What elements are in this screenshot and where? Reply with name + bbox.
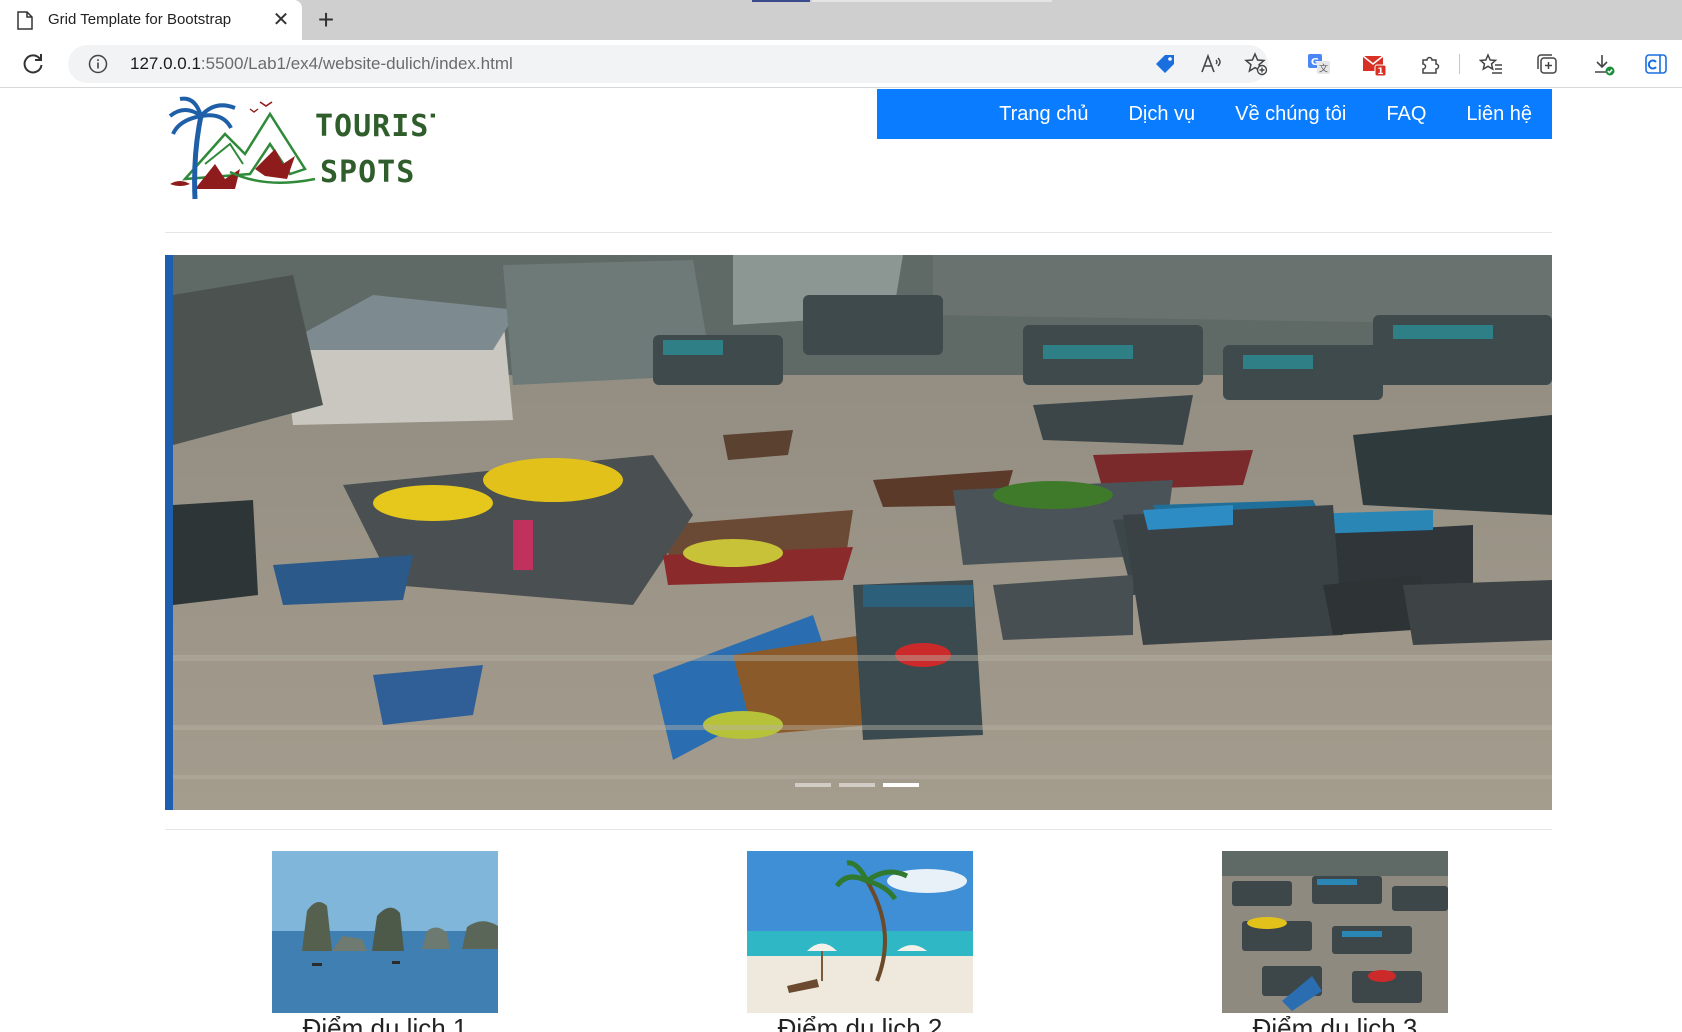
nav-item-contact[interactable]: Liên hệ xyxy=(1466,103,1532,126)
translate-icon[interactable]: G 文 xyxy=(1307,52,1331,76)
collections-icon[interactable] xyxy=(1535,52,1559,76)
downloads-icon[interactable] xyxy=(1591,52,1615,76)
logo-line1: TOURIST xyxy=(315,109,435,144)
new-tab-button[interactable]: + xyxy=(312,6,340,34)
carousel-indicator-2[interactable] xyxy=(839,783,875,787)
carousel-indicator-1[interactable] xyxy=(795,783,831,787)
destination-card-title: Điểm du lịch 3 xyxy=(1252,1013,1418,1032)
reload-icon[interactable] xyxy=(20,51,46,77)
svg-text:文: 文 xyxy=(1319,63,1328,75)
browser-toolbar: 127.0.0.1:5500/Lab1/ex4/website-dulich/i… xyxy=(0,40,1682,88)
web-page: TOURIST SPOTS Trang chủ Dịch vụ Về chúng… xyxy=(0,89,1682,1032)
ha-long-bay-image xyxy=(272,851,498,1013)
price-tag-icon[interactable] xyxy=(1153,52,1177,76)
favorites-icon[interactable] xyxy=(1479,52,1503,76)
main-navbar: Trang chủ Dịch vụ Về chúng tôi FAQ Liên … xyxy=(877,89,1552,139)
carousel-indicators xyxy=(795,783,919,787)
beach-image xyxy=(747,851,973,1013)
nav-item-faq[interactable]: FAQ xyxy=(1386,103,1426,126)
browser-tab[interactable]: Grid Template for Bootstrap ✕ xyxy=(0,0,302,40)
site-info-icon[interactable] xyxy=(88,54,108,74)
logo-line2: SPOTS xyxy=(320,155,415,190)
url-host: 127.0.0.1 xyxy=(130,54,201,73)
floating-market-thumbnail xyxy=(1222,851,1448,1013)
tourist-spots-logo[interactable]: TOURIST SPOTS xyxy=(165,94,435,209)
read-aloud-icon[interactable] xyxy=(1199,52,1223,76)
edge-sidebar-icon[interactable] xyxy=(1644,52,1668,76)
close-tab-icon[interactable]: ✕ xyxy=(271,10,291,30)
divider-top xyxy=(165,232,1552,233)
extensions-icon[interactable] xyxy=(1418,52,1442,76)
tab-strip-divider xyxy=(812,0,1052,2)
hero-carousel[interactable] xyxy=(165,255,1552,810)
carousel-left-edge xyxy=(165,255,173,810)
browser-tab-bar: Grid Template for Bootstrap ✕ + xyxy=(0,0,1682,40)
add-favorite-icon[interactable] xyxy=(1244,52,1268,76)
address-bar[interactable]: 127.0.0.1:5500/Lab1/ex4/website-dulich/i… xyxy=(68,45,1268,83)
mail-badge-count: 1 xyxy=(1377,67,1383,76)
document-icon xyxy=(17,11,33,30)
destination-card-3[interactable]: Điểm du lịch 3 xyxy=(1222,851,1448,1032)
toolbar-separator xyxy=(1459,54,1460,74)
destination-card-title: Điểm du lịch 1 xyxy=(302,1013,468,1032)
divider-bottom xyxy=(165,829,1552,830)
mail-icon[interactable]: 1 xyxy=(1362,52,1386,76)
nav-item-services[interactable]: Dịch vụ xyxy=(1128,103,1195,126)
floating-market-image xyxy=(173,255,1552,810)
tab-strip-accent xyxy=(752,0,810,2)
destination-card-1[interactable]: Điểm du lịch 1 xyxy=(272,851,498,1032)
carousel-indicator-3[interactable] xyxy=(883,783,919,787)
destination-card-title: Điểm du lịch 2 xyxy=(777,1013,943,1032)
nav-item-about[interactable]: Về chúng tôi xyxy=(1235,103,1346,126)
url-text[interactable]: 127.0.0.1:5500/Lab1/ex4/website-dulich/i… xyxy=(130,54,513,74)
nav-item-home[interactable]: Trang chủ xyxy=(999,103,1088,126)
destination-card-2[interactable]: Điểm du lịch 2 xyxy=(747,851,973,1032)
url-path: :5500/Lab1/ex4/website-dulich/index.html xyxy=(200,54,513,73)
tab-title: Grid Template for Bootstrap xyxy=(48,11,232,28)
